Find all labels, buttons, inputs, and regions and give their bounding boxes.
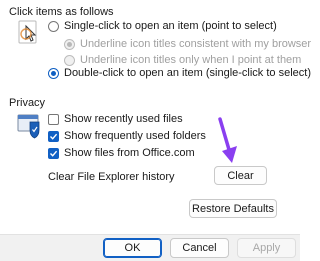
click-items-section-title: Click items as follows	[9, 6, 114, 18]
single-click-radio[interactable]	[48, 20, 59, 32]
underline-browser-option: Underline icon titles consistent with my…	[64, 38, 311, 50]
ok-button[interactable]: OK	[103, 238, 162, 258]
checkmark-icon	[50, 133, 58, 140]
show-office-checkbox[interactable]	[48, 147, 59, 159]
single-click-label: Single-click to open an item (point to s…	[64, 20, 277, 32]
show-recent-option[interactable]: Show recently used files	[48, 113, 183, 125]
show-office-option[interactable]: Show files from Office.com	[48, 147, 195, 159]
show-office-label: Show files from Office.com	[64, 147, 195, 159]
show-frequent-checkbox[interactable]	[48, 130, 59, 142]
show-recent-checkbox[interactable]	[48, 113, 59, 125]
underline-point-radio	[64, 54, 75, 66]
double-click-radio[interactable]	[48, 67, 59, 79]
clear-history-label: Clear File Explorer history	[48, 171, 175, 183]
cancel-button[interactable]: Cancel	[170, 238, 229, 258]
single-click-option[interactable]: Single-click to open an item (point to s…	[48, 20, 277, 32]
click-cursor-icon	[18, 20, 40, 46]
show-recent-label: Show recently used files	[64, 113, 183, 125]
underline-point-label: Underline icon titles only when I point …	[80, 54, 302, 66]
apply-button[interactable]: Apply	[237, 238, 296, 258]
privacy-shield-icon	[15, 110, 45, 140]
underline-point-option: Underline icon titles only when I point …	[64, 54, 301, 66]
double-click-label: Double-click to open an item (single-cli…	[64, 67, 311, 79]
privacy-section-title: Privacy	[9, 97, 46, 109]
annotation-arrow-icon	[212, 117, 242, 167]
underline-browser-radio	[64, 38, 75, 50]
underline-browser-label: Underline icon titles consistent with my…	[80, 38, 312, 50]
show-frequent-label: Show frequently used folders	[64, 130, 206, 142]
restore-defaults-button[interactable]: Restore Defaults	[189, 199, 277, 218]
checkmark-icon	[50, 150, 58, 157]
show-frequent-option[interactable]: Show frequently used folders	[48, 130, 206, 142]
double-click-option[interactable]: Double-click to open an item (single-cli…	[48, 67, 311, 79]
clear-history-button[interactable]: Clear	[214, 166, 267, 185]
